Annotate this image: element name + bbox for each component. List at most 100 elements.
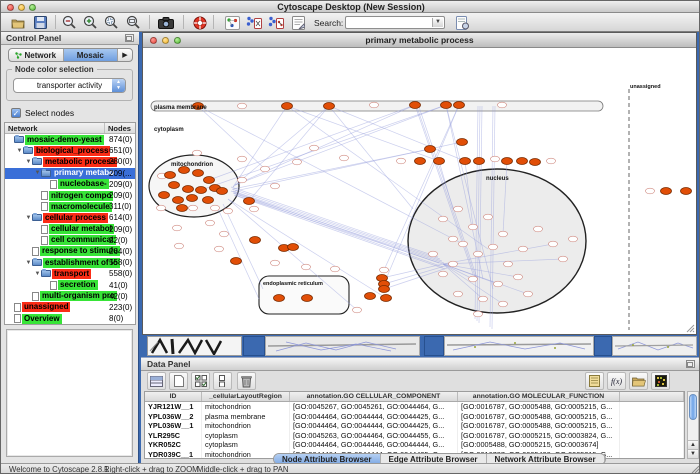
tree-row[interactable]: secretion41(0)	[5, 279, 135, 290]
node[interactable]	[215, 246, 224, 252]
help-lifering-icon[interactable]	[191, 14, 209, 31]
network-canvas[interactable]: plasma membranecytoplasmmitochondrionnuc…	[143, 49, 696, 334]
search-config-icon[interactable]	[453, 14, 471, 31]
selected-node[interactable]	[282, 103, 293, 110]
disclosure-triangle-icon[interactable]: ▼	[16, 148, 23, 154]
node[interactable]	[238, 103, 247, 109]
background-window-fragment[interactable]	[424, 336, 444, 356]
background-window-fragment[interactable]	[444, 336, 594, 356]
annotation-page-icon[interactable]	[289, 14, 307, 31]
tree-row[interactable]: macromolecule311(0)	[5, 201, 135, 212]
tree-row[interactable]: response to stimulu264(0)	[5, 246, 135, 257]
node[interactable]	[504, 261, 513, 267]
node[interactable]	[559, 256, 568, 262]
scrollbar-thumb[interactable]	[689, 394, 697, 420]
node[interactable]	[499, 301, 508, 307]
node[interactable]	[494, 281, 503, 287]
node[interactable]	[569, 236, 578, 242]
zoom-selected-region-icon[interactable]	[102, 14, 120, 31]
table-row[interactable]: YLR295Ccytoplasm[GO:0045263, GO:0044464,…	[145, 431, 684, 441]
background-window-fragment[interactable]	[147, 336, 242, 356]
selected-node[interactable]	[244, 198, 255, 205]
search-dropdown-icon[interactable]: ▼	[432, 18, 443, 27]
selected-node[interactable]	[410, 102, 421, 109]
node[interactable]	[549, 241, 558, 247]
node[interactable]	[514, 274, 523, 280]
tab-network[interactable]: Network	[9, 49, 64, 61]
disclosure-triangle-icon[interactable]: ▼	[25, 260, 32, 266]
selected-node[interactable]	[177, 205, 188, 212]
notes-icon[interactable]	[585, 372, 604, 390]
node[interactable]	[189, 205, 198, 211]
zoom-fit-icon[interactable]	[124, 14, 142, 31]
network-window-titlebar[interactable]: primary metabolic process	[143, 33, 696, 48]
selected-node[interactable]	[274, 295, 285, 302]
search-input[interactable]: ▼	[345, 16, 445, 29]
table-row[interactable]: YKR052Ccytoplasm[GO:0044464, GO:0044446,…	[145, 440, 684, 450]
selected-node[interactable]	[183, 186, 194, 193]
tree-row[interactable]: Overview8(0)	[5, 313, 135, 324]
selected-node[interactable]	[474, 158, 485, 165]
selected-node[interactable]	[457, 139, 468, 146]
node[interactable]	[370, 102, 379, 108]
node[interactable]	[498, 102, 507, 108]
node[interactable]	[439, 216, 448, 222]
zoom-in-icon[interactable]	[81, 14, 99, 31]
open-session-icon[interactable]	[9, 14, 27, 31]
tree-row[interactable]: cellular metabol209(0)	[5, 224, 135, 235]
node[interactable]	[271, 260, 280, 266]
window-resize-grip[interactable]	[685, 323, 695, 333]
node[interactable]	[293, 159, 302, 165]
scroll-down-icon[interactable]: ▼	[688, 449, 698, 458]
attribute-select-table-icon[interactable]	[147, 372, 166, 390]
tree-row[interactable]: nucleobase-209(0)	[5, 179, 135, 190]
selected-node[interactable]	[250, 237, 261, 244]
node[interactable]	[474, 311, 483, 317]
tree-row[interactable]: ▼establishment of lo558(0)	[5, 257, 135, 268]
save-session-icon[interactable]	[31, 14, 49, 31]
new-attribute-icon[interactable]	[169, 372, 188, 390]
scroll-up-icon[interactable]: ▲	[688, 440, 698, 449]
node[interactable]	[499, 231, 508, 237]
zoom-out-icon[interactable]	[60, 14, 78, 31]
node[interactable]	[397, 158, 406, 164]
tree-row[interactable]: ▼transport558(0)	[5, 268, 135, 279]
selected-node[interactable]	[460, 158, 471, 165]
node[interactable]	[489, 244, 498, 250]
tree-row[interactable]: mosaic-demo-yeast874(0)	[5, 134, 135, 145]
disclosure-triangle-icon[interactable]: ▼	[25, 159, 32, 165]
node-color-dropdown[interactable]: transporter activity ▲▼	[13, 78, 126, 93]
node[interactable]	[331, 266, 340, 272]
node[interactable]	[469, 276, 478, 282]
selected-node[interactable]	[159, 192, 170, 199]
table-row[interactable]: YJR121W__1mitochondrion[GO:0045267, GO:0…	[145, 402, 684, 412]
background-window-fragment[interactable]	[265, 336, 420, 356]
node[interactable]	[524, 291, 533, 297]
tree-row[interactable]: ▼metabolic process280(0)	[5, 156, 135, 167]
nucleus-region[interactable]	[408, 169, 586, 313]
node[interactable]	[474, 251, 483, 257]
node[interactable]	[454, 291, 463, 297]
selected-node[interactable]	[434, 158, 445, 165]
node[interactable]	[157, 205, 166, 211]
node[interactable]	[261, 166, 270, 172]
app-resize-grip[interactable]	[690, 464, 700, 474]
selected-node[interactable]	[173, 197, 184, 204]
table-row[interactable]: YPL036W__2plasma membrane[GO:0044464, GO…	[145, 412, 684, 422]
heatmap-matrix-icon[interactable]	[651, 372, 670, 390]
selected-node[interactable]	[415, 158, 426, 165]
node[interactable]	[454, 206, 463, 212]
disclosure-triangle-icon[interactable]: ▼	[25, 215, 32, 221]
node[interactable]	[175, 243, 184, 249]
tree-row[interactable]: cell communicat22(0)	[5, 235, 135, 246]
selected-node[interactable]	[365, 293, 376, 300]
node[interactable]	[302, 264, 311, 270]
layout-network-icon[interactable]	[245, 14, 263, 31]
selected-node[interactable]	[502, 158, 513, 165]
formula-fx-icon[interactable]: f(x)	[607, 372, 626, 390]
node[interactable]	[484, 214, 493, 220]
background-window-fragment[interactable]	[243, 336, 265, 356]
node[interactable]	[271, 183, 280, 189]
table-row[interactable]: YPL036W__1mitochondrion[GO:0044464, GO:0…	[145, 421, 684, 431]
selected-node[interactable]	[231, 258, 242, 265]
